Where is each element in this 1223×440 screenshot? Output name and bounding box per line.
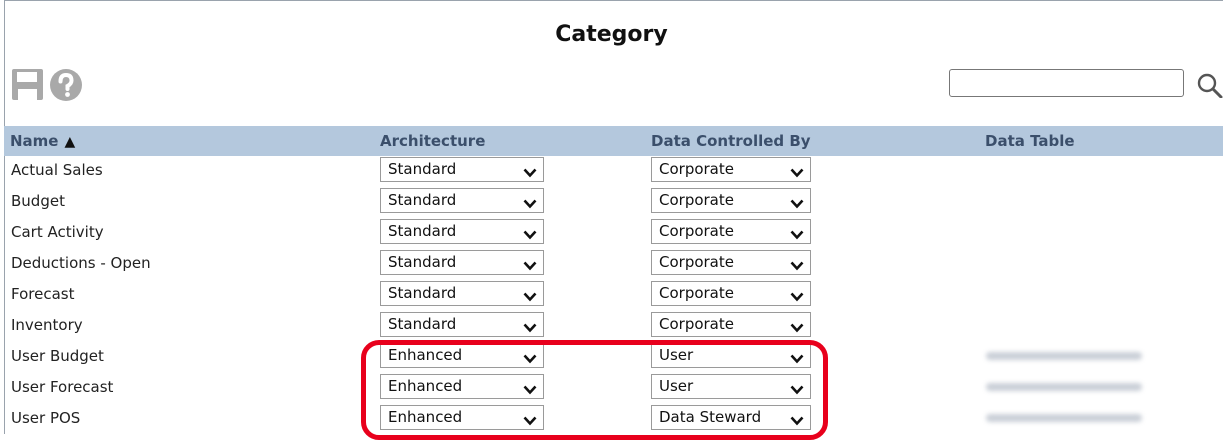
- row-name: User POS: [11, 409, 81, 427]
- table-row: Cart Activity Standard Corporate: [4, 217, 1223, 248]
- search-icon[interactable]: [1196, 72, 1223, 98]
- data-controlled-by-select[interactable]: Corporate: [651, 312, 811, 337]
- row-name: User Budget: [11, 347, 104, 365]
- chevron-down-icon: [790, 288, 804, 302]
- architecture-select-value: Standard: [388, 315, 457, 333]
- row-name: Cart Activity: [11, 223, 104, 241]
- data-controlled-by-select-value: Corporate: [659, 253, 734, 271]
- chevron-down-icon: [523, 257, 537, 271]
- search-input[interactable]: [949, 69, 1184, 97]
- chevron-down-icon: [523, 288, 537, 302]
- save-icon[interactable]: [11, 68, 45, 102]
- architecture-select-value: Standard: [388, 253, 457, 271]
- chevron-down-icon: [523, 226, 537, 240]
- chevron-down-icon: [523, 319, 537, 333]
- architecture-select[interactable]: Standard: [380, 157, 544, 182]
- data-table-redacted-value: [986, 352, 1142, 360]
- row-name: Actual Sales: [11, 161, 103, 179]
- column-header-architecture[interactable]: Architecture: [380, 126, 485, 156]
- architecture-select[interactable]: Standard: [380, 219, 544, 244]
- help-icon[interactable]: [49, 68, 83, 102]
- row-name: Forecast: [11, 285, 75, 303]
- chevron-down-icon: [790, 195, 804, 209]
- architecture-select[interactable]: Standard: [380, 281, 544, 306]
- data-table-redacted-value: [986, 414, 1142, 422]
- highlight-annotation: [361, 340, 828, 440]
- column-header-data-table[interactable]: Data Table: [985, 126, 1075, 156]
- chevron-down-icon: [790, 257, 804, 271]
- table-row: Actual Sales Standard Corporate: [4, 155, 1223, 186]
- chevron-down-icon: [523, 195, 537, 209]
- row-name: Budget: [11, 192, 65, 210]
- row-name: Inventory: [11, 316, 83, 334]
- chevron-down-icon: [523, 164, 537, 178]
- data-controlled-by-select-value: Corporate: [659, 160, 734, 178]
- chevron-down-icon: [790, 319, 804, 333]
- page-title: Category: [555, 22, 668, 47]
- column-header-data-controlled-by[interactable]: Data Controlled By: [651, 126, 811, 156]
- table-row: Inventory Standard Corporate: [4, 310, 1223, 341]
- data-controlled-by-select[interactable]: Corporate: [651, 281, 811, 306]
- architecture-select[interactable]: Standard: [380, 250, 544, 275]
- data-controlled-by-select[interactable]: Corporate: [651, 250, 811, 275]
- row-name: Deductions - Open: [11, 254, 151, 272]
- data-controlled-by-select[interactable]: Corporate: [651, 157, 811, 182]
- data-controlled-by-select-value: Corporate: [659, 284, 734, 302]
- column-header-name[interactable]: Name ▲: [10, 126, 75, 157]
- architecture-select-value: Standard: [388, 191, 457, 209]
- data-controlled-by-select-value: Corporate: [659, 222, 734, 240]
- architecture-select-value: Standard: [388, 284, 457, 302]
- architecture-select-value: Standard: [388, 160, 457, 178]
- data-controlled-by-select[interactable]: Corporate: [651, 188, 811, 213]
- column-header-name-label: Name: [10, 132, 59, 150]
- row-name: User Forecast: [11, 378, 114, 396]
- architecture-select-value: Standard: [388, 222, 457, 240]
- table-header: Name ▲ Architecture Data Controlled By Da…: [4, 126, 1223, 156]
- table-row: Deductions - Open Standard Corporate: [4, 248, 1223, 279]
- data-controlled-by-select-value: Corporate: [659, 315, 734, 333]
- table-row: Budget Standard Corporate: [4, 186, 1223, 217]
- architecture-select[interactable]: Standard: [380, 312, 544, 337]
- sort-ascending-icon[interactable]: ▲: [64, 127, 75, 157]
- data-table-redacted-value: [986, 383, 1142, 391]
- architecture-select[interactable]: Standard: [380, 188, 544, 213]
- chevron-down-icon: [790, 164, 804, 178]
- data-controlled-by-select[interactable]: Corporate: [651, 219, 811, 244]
- data-controlled-by-select-value: Corporate: [659, 191, 734, 209]
- table-row: Forecast Standard Corporate: [4, 279, 1223, 310]
- chevron-down-icon: [790, 226, 804, 240]
